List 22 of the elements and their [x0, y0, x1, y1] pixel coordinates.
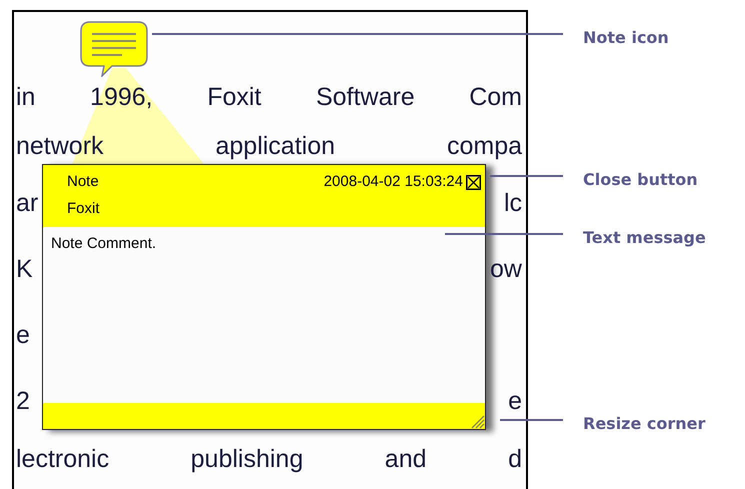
text-fragment: e — [16, 320, 30, 350]
close-button[interactable] — [466, 174, 481, 190]
text-fragment: K — [16, 254, 33, 284]
note-title: Note — [67, 172, 100, 192]
leader-line — [500, 419, 563, 421]
document-text: lectronic publishing and d — [16, 444, 522, 474]
text-fragment: ar — [16, 188, 38, 218]
text-fragment: ow — [490, 254, 522, 284]
document-text: network application compa — [16, 131, 522, 161]
note-author: Foxit — [67, 198, 100, 218]
note-date: 2008-04-02 15:03:24 — [324, 172, 463, 192]
callout-label: Resize corner — [583, 416, 706, 432]
callout-label: Note icon — [583, 30, 669, 46]
text-fragment: 2 — [16, 386, 30, 416]
text-fragment: lc — [504, 188, 522, 218]
callout-label: Close button — [583, 172, 698, 188]
callout-label: Text message — [583, 230, 706, 246]
note-icon[interactable] — [80, 21, 148, 77]
resize-grip-icon[interactable] — [471, 415, 485, 429]
comment-text: Note Comment. — [51, 235, 156, 253]
text-fragment: e — [508, 386, 522, 416]
document-text: in 1996, Foxit Software Com — [16, 82, 522, 112]
